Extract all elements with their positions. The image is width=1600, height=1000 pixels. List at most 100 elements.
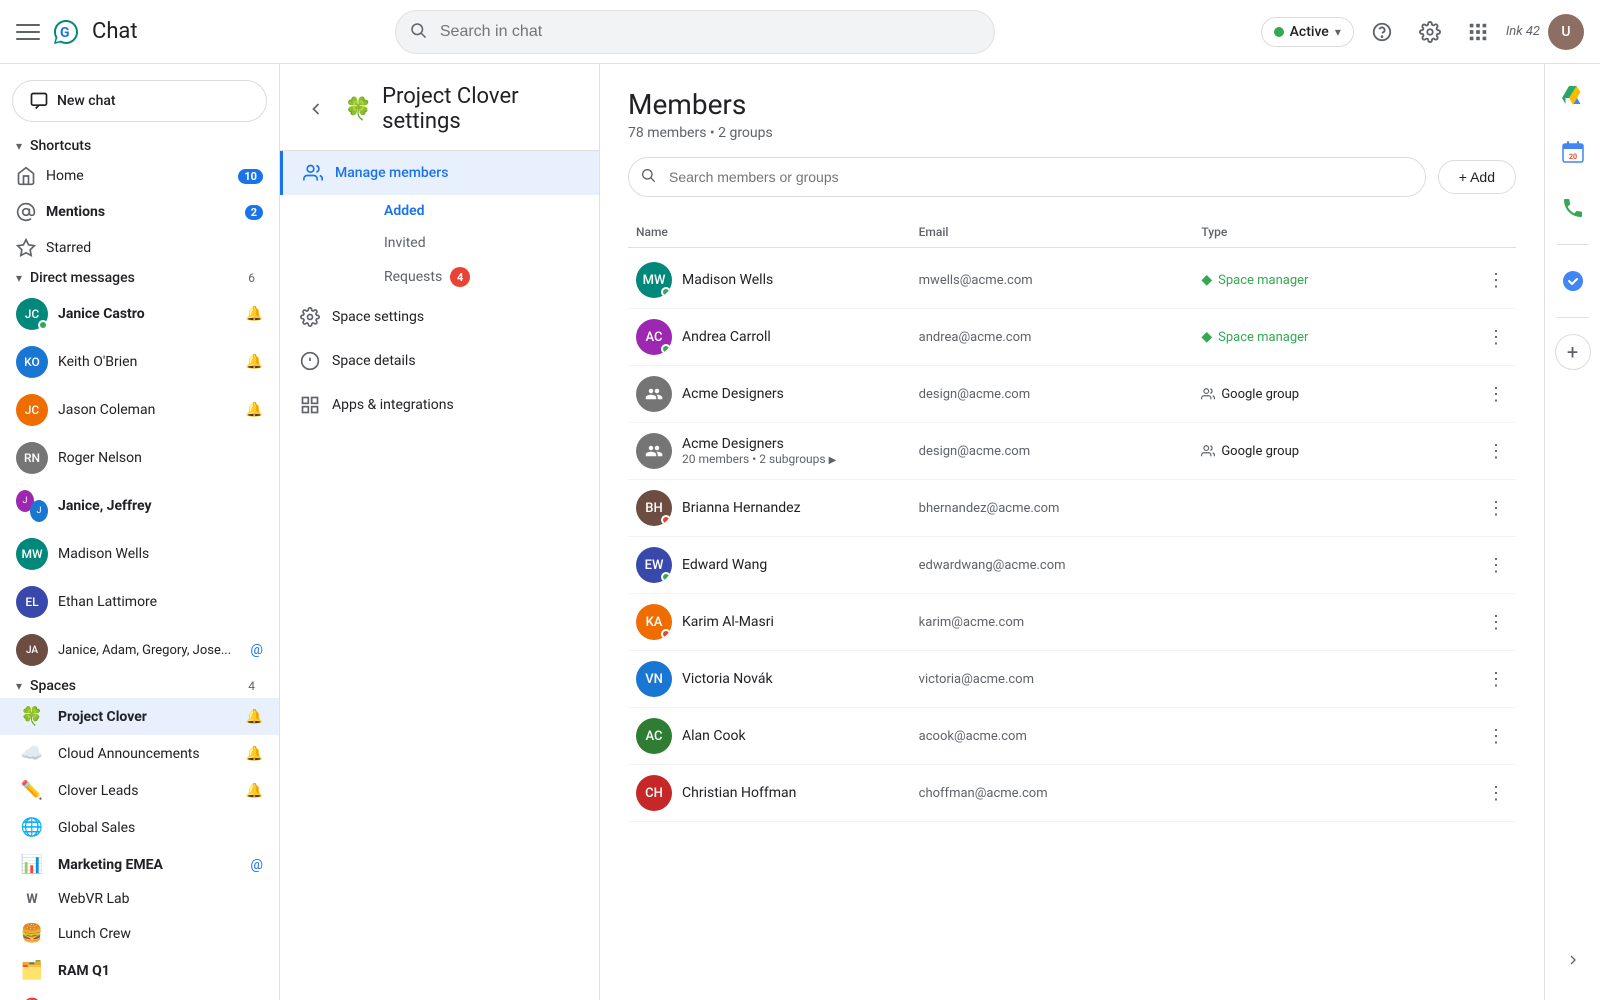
more-options-button[interactable]: ⋮ — [1480, 606, 1512, 638]
space-name: Marketing EMEA — [58, 857, 240, 873]
sidebar-item-group-chat[interactable]: JA Janice, Adam, Gregory, Jose... @ — [0, 626, 279, 674]
sidebar-item-marketing-emea[interactable]: 📊 Marketing EMEA @ — [0, 846, 279, 883]
member-row: BH Brianna Hernandez bhernandez@acme.com… — [628, 480, 1516, 537]
nav-item-manage-members[interactable]: Manage members — [280, 151, 599, 195]
members-search-row: + Add — [628, 157, 1516, 197]
settings-nav: 🍀 Project Clover settings Manage members… — [280, 64, 600, 1000]
more-options-button[interactable]: ⋮ — [1480, 777, 1512, 809]
more-options-button[interactable]: ⋮ — [1480, 663, 1512, 695]
hamburger-menu-icon[interactable] — [16, 20, 40, 44]
home-count: 10 — [238, 169, 263, 184]
avatar-brianna: BH — [636, 490, 672, 526]
sidebar-item-clover-leads[interactable]: ✏️ Clover Leads 🔔 — [0, 772, 279, 809]
member-type: ◆ Space manager — [1193, 272, 1476, 288]
sidebar-item-cloud-announcements[interactable]: ☁️ Cloud Announcements 🔔 — [0, 735, 279, 772]
sidebar-item-launch-approvals[interactable]: ⭕ Launch approvals — [0, 989, 279, 1000]
apps-grid-icon[interactable] — [1458, 12, 1498, 52]
member-email: bhernandez@acme.com — [911, 501, 1194, 516]
help-icon[interactable] — [1362, 12, 1402, 52]
sidebar-item-lunch-crew[interactable]: 🍔 Lunch Crew — [0, 915, 279, 952]
chevron-down-icon: ▾ — [16, 271, 22, 285]
nav-item-apps-integrations[interactable]: Apps & integrations — [280, 383, 599, 427]
scroll-down-icon[interactable] — [1553, 940, 1593, 980]
member-email: mwells@acme.com — [911, 273, 1194, 288]
more-options-button[interactable]: ⋮ — [1480, 720, 1512, 752]
avatar-janice-castro: JC — [16, 298, 48, 330]
more-options-button[interactable]: ⋮ — [1480, 378, 1512, 410]
sidebar-item-janice-jeffrey[interactable]: J J Janice, Jeffrey — [0, 482, 279, 530]
dm-name: Jason Coleman — [58, 402, 236, 418]
add-app-button[interactable]: + — [1555, 334, 1591, 370]
sidebar-item-webvr[interactable]: W WebVR Lab — [0, 883, 279, 915]
apps-integrations-label: Apps & integrations — [332, 397, 454, 413]
member-row: EW Edward Wang edwardwang@acme.com ⋮ — [628, 537, 1516, 594]
dm-section-header[interactable]: ▾ Direct messages 6 — [0, 266, 279, 290]
clover-emoji: 🍀 — [16, 706, 48, 727]
content-area: 🍀 Project Clover settings Manage members… — [280, 64, 1600, 1000]
user-avatar[interactable]: U — [1548, 14, 1584, 50]
calendar-icon: 20 — [1561, 140, 1585, 164]
drive-icon — [1561, 84, 1585, 108]
drive-icon-button[interactable] — [1553, 76, 1593, 116]
search-bar[interactable] — [395, 10, 995, 54]
tasks-icon-button[interactable] — [1553, 261, 1593, 301]
sidebar-item-ram-q1[interactable]: 🗂️ RAM Q1 — [0, 952, 279, 989]
requests-badge: 4 — [450, 267, 470, 287]
member-actions: ⋮ — [1476, 663, 1516, 695]
avatar-acme-designers-1 — [636, 376, 672, 412]
avatar-alan: AC — [636, 718, 672, 754]
member-email: edwardwang@acme.com — [911, 558, 1194, 573]
sidebar-item-jason[interactable]: JC Jason Coleman 🔔 — [0, 386, 279, 434]
back-button[interactable] — [300, 91, 333, 127]
member-row: AC Alan Cook acook@acme.com ⋮ — [628, 708, 1516, 765]
space-name: WebVR Lab — [58, 891, 263, 907]
calendar-icon-button[interactable]: 20 — [1553, 132, 1593, 172]
nav-sub-requests[interactable]: Requests 4 — [332, 259, 599, 295]
sidebar-item-keith[interactable]: KO Keith O'Brien 🔔 — [0, 338, 279, 386]
add-member-button[interactable]: + Add — [1438, 160, 1516, 194]
nav-item-space-settings[interactable]: Space settings — [280, 295, 599, 339]
sidebar-item-janice-castro[interactable]: JC Janice Castro 🔔 — [0, 290, 279, 338]
members-search-input[interactable] — [628, 157, 1426, 197]
avatar-christian: CH — [636, 775, 672, 811]
sidebar-item-madison[interactable]: MW Madison Wells — [0, 530, 279, 578]
sidebar-item-ethan[interactable]: EL Ethan Lattimore — [0, 578, 279, 626]
settings-icon[interactable] — [1410, 12, 1450, 52]
home-icon — [16, 166, 36, 186]
diamond-icon: ◆ — [1201, 329, 1212, 345]
member-type: Google group — [1193, 444, 1476, 459]
sidebar-item-project-clover[interactable]: 🍀 Project Clover 🔔 — [0, 698, 279, 735]
sidebar-item-home[interactable]: Home 10 — [0, 158, 279, 194]
sidebar-item-global-sales[interactable]: 🌐 Global Sales — [0, 809, 279, 846]
group-avatars: J J — [16, 490, 48, 522]
nav-item-space-details[interactable]: Space details — [280, 339, 599, 383]
spaces-count: 4 — [248, 679, 255, 693]
member-name-cell: VN Victoria Novák — [628, 661, 911, 697]
more-options-button[interactable]: ⋮ — [1480, 321, 1512, 353]
divider — [1557, 317, 1589, 318]
new-chat-button[interactable]: New chat — [12, 80, 267, 122]
shortcuts-section-header[interactable]: ▾ Shortcuts — [0, 134, 279, 158]
sidebar-item-starred[interactable]: Starred — [0, 230, 279, 266]
more-options-button[interactable]: ⋮ — [1480, 264, 1512, 296]
member-email: design@acme.com — [911, 387, 1194, 402]
add-label: + Add — [1459, 169, 1495, 185]
nav-sub-added[interactable]: Added — [332, 195, 599, 227]
topbar-right: Active ▾ Ink 42 U — [1261, 12, 1584, 52]
more-options-button[interactable]: ⋮ — [1480, 435, 1512, 467]
member-name-cell: BH Brianna Hernandez — [628, 490, 911, 526]
active-status-button[interactable]: Active ▾ — [1261, 17, 1354, 47]
marketing-emoji: 📊 — [16, 854, 48, 875]
search-input[interactable] — [395, 10, 995, 54]
member-name-cell: MW Madison Wells — [628, 262, 911, 298]
divider — [1557, 244, 1589, 245]
sidebar-item-mentions[interactable]: Mentions 2 — [0, 194, 279, 230]
sidebar-item-roger[interactable]: RN Roger Nelson — [0, 434, 279, 482]
dm-name: Madison Wells — [58, 546, 263, 562]
spaces-section-header[interactable]: ▾ Spaces 4 — [0, 674, 279, 698]
phone-icon-button[interactable] — [1553, 188, 1593, 228]
members-search[interactable] — [628, 157, 1426, 197]
nav-sub-invited[interactable]: Invited — [332, 227, 599, 259]
more-options-button[interactable]: ⋮ — [1480, 492, 1512, 524]
more-options-button[interactable]: ⋮ — [1480, 549, 1512, 581]
